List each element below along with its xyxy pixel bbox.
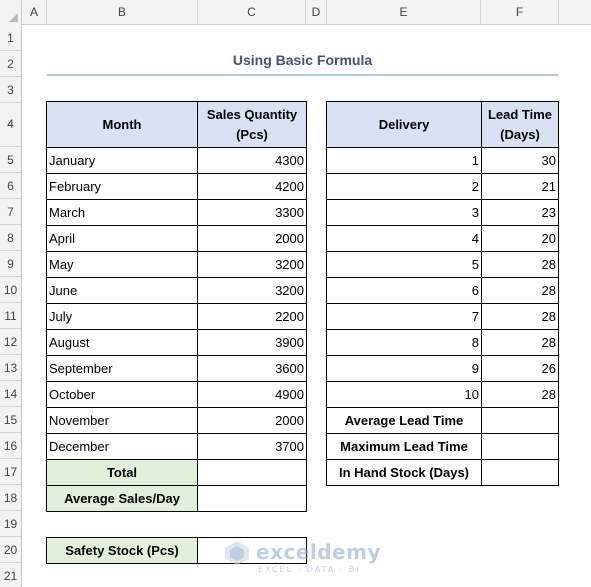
delivery-cell[interactable]: 5 [326,251,482,278]
month-cell[interactable]: April [46,225,198,252]
row-header-bar: 1 2 3 4 5 6 7 8 9 10 11 12 13 14 15 16 1… [0,25,22,587]
row-header[interactable]: 19 [0,511,21,537]
lead-time-cell[interactable]: 28 [481,303,559,330]
month-cell[interactable]: January [46,147,198,174]
exceldemy-watermark: exceldemy EXCEL · DATA · BI [224,538,381,578]
header-lead-time[interactable]: Lead Time (Days) [481,101,559,148]
qty-cell[interactable]: 4300 [197,147,307,174]
month-cell[interactable]: December [46,433,198,460]
lead-time-cell[interactable]: 30 [481,147,559,174]
watermark-tagline: EXCEL · DATA · BI [258,565,361,574]
row-header[interactable]: 1 [0,25,21,51]
row-header[interactable]: 15 [0,407,21,433]
delivery-cell[interactable]: 10 [326,381,482,408]
row-header[interactable]: 3 [0,77,21,103]
header-month[interactable]: Month [46,101,198,148]
lead-time-cell[interactable]: 28 [481,277,559,304]
column-header-a[interactable]: A [22,0,47,25]
qty-cell[interactable]: 4900 [197,381,307,408]
row-header[interactable]: 9 [0,251,21,277]
month-cell[interactable]: October [46,381,198,408]
qty-cell[interactable]: 3200 [197,251,307,278]
lead-time-cell[interactable]: 28 [481,381,559,408]
row-header[interactable]: 13 [0,355,21,381]
row-header[interactable]: 7 [0,199,21,225]
average-sales-per-day-label[interactable]: Average Sales/Day [46,485,198,512]
row-header[interactable]: 8 [0,225,21,251]
month-cell[interactable]: June [46,277,198,304]
delivery-cell[interactable]: 8 [326,329,482,356]
maximum-lead-time-value-cell[interactable] [481,433,559,460]
row-header[interactable]: 17 [0,459,21,485]
average-sales-value-cell[interactable] [197,485,307,512]
column-header-bar: A B C D E F [0,0,591,25]
row-header[interactable]: 10 [0,277,21,303]
qty-cell[interactable]: 2000 [197,407,307,434]
total-value-cell[interactable] [197,459,307,486]
month-cell[interactable]: February [46,173,198,200]
select-all-corner[interactable] [0,0,22,25]
delivery-cell[interactable]: 7 [326,303,482,330]
safety-stock-label[interactable]: Safety Stock (Pcs) [46,537,198,564]
row-header[interactable]: 12 [0,329,21,355]
month-cell[interactable]: May [46,251,198,278]
qty-cell[interactable]: 3600 [197,355,307,382]
delivery-cell[interactable]: 4 [326,225,482,252]
qty-cell[interactable]: 3300 [197,199,307,226]
lead-time-cell[interactable]: 28 [481,251,559,278]
lead-time-cell[interactable]: 23 [481,199,559,226]
delivery-cell[interactable]: 1 [326,147,482,174]
qty-cell[interactable]: 3900 [197,329,307,356]
column-header-e[interactable]: E [327,0,481,25]
month-cell[interactable]: July [46,303,198,330]
row-header[interactable]: 16 [0,433,21,459]
month-cell[interactable]: March [46,199,198,226]
delivery-cell[interactable]: 9 [326,355,482,382]
row-header[interactable]: 4 [0,101,21,147]
qty-cell[interactable]: 3700 [197,433,307,460]
qty-cell[interactable]: 2200 [197,303,307,330]
column-header-c[interactable]: C [198,0,306,25]
month-cell[interactable]: August [46,329,198,356]
row-header[interactable]: 11 [0,303,21,329]
lead-time-cell[interactable]: 21 [481,173,559,200]
column-header-d[interactable]: D [306,0,327,25]
column-header-b[interactable]: B [47,0,198,25]
in-hand-stock-label[interactable]: In Hand Stock (Days) [326,459,482,486]
lead-time-cell[interactable]: 20 [481,225,559,252]
maximum-lead-time-label[interactable]: Maximum Lead Time [326,433,482,460]
select-all-triangle-icon [9,13,18,22]
delivery-cell[interactable]: 3 [326,199,482,226]
row-header[interactable]: 14 [0,381,21,407]
row-header[interactable]: 5 [0,147,21,173]
watermark-name: exceldemy [256,540,381,564]
in-hand-stock-value-cell[interactable] [481,459,559,486]
exceldemy-logo-icon [225,541,249,565]
delivery-cell[interactable]: 2 [326,173,482,200]
qty-cell[interactable]: 4200 [197,173,307,200]
title-underline [47,74,558,76]
lead-time-cell[interactable]: 28 [481,329,559,356]
header-delivery[interactable]: Delivery [326,101,482,148]
sheet-title[interactable]: Using Basic Formula [47,52,558,74]
lead-time-cell[interactable]: 26 [481,355,559,382]
row-header[interactable]: 21 [0,563,21,587]
qty-cell[interactable]: 2000 [197,225,307,252]
delivery-cell[interactable]: 6 [326,277,482,304]
month-cell[interactable]: November [46,407,198,434]
average-lead-time-label[interactable]: Average Lead Time [326,407,482,434]
row-header[interactable]: 18 [0,485,21,511]
average-lead-time-value-cell[interactable] [481,407,559,434]
row-header[interactable]: 20 [0,537,21,563]
month-cell[interactable]: September [46,355,198,382]
qty-cell[interactable]: 3200 [197,277,307,304]
total-label[interactable]: Total [46,459,198,486]
column-header-f[interactable]: F [481,0,559,25]
row-header[interactable]: 6 [0,173,21,199]
row-header[interactable]: 2 [0,51,21,77]
header-sales-quantity[interactable]: Sales Quantity (Pcs) [197,101,307,148]
